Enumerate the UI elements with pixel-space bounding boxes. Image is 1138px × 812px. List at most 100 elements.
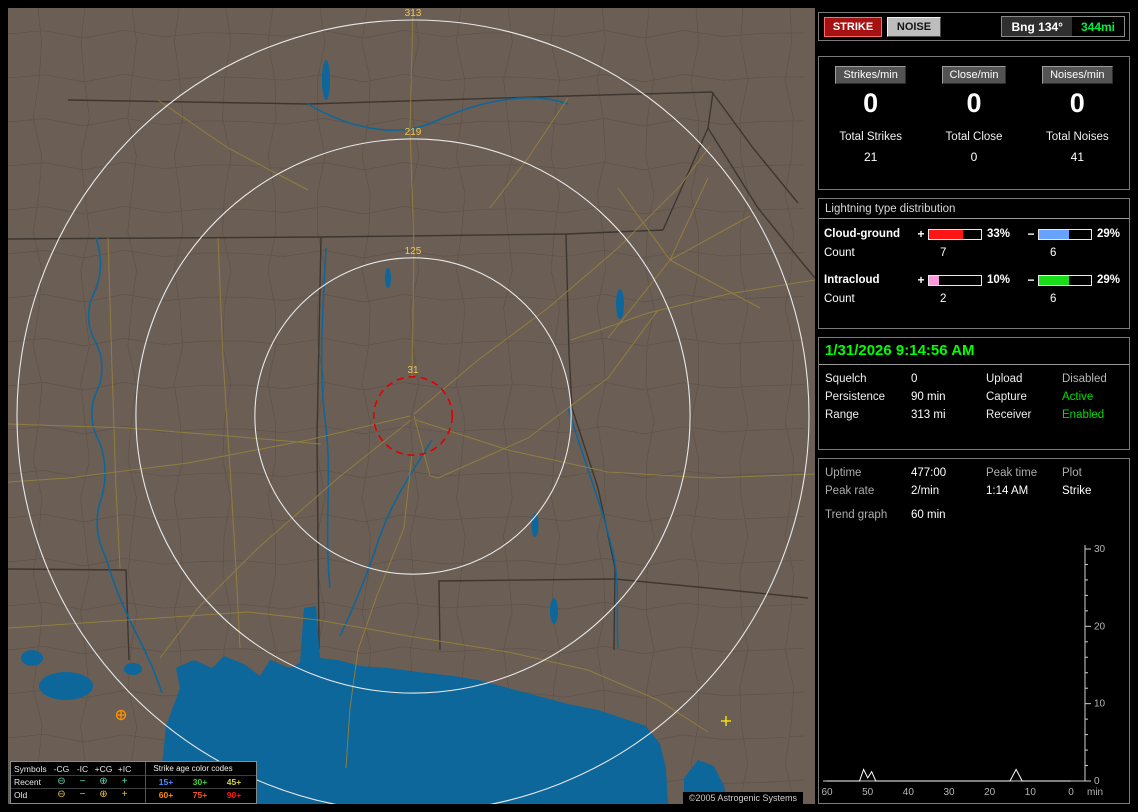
ic-plus-bar [928,274,982,286]
counter-noises: Noises/min 0 Total Noises 41 [1026,57,1129,189]
strikes-per-min-value: 0 [863,88,879,118]
strike-button[interactable]: STRIKE [824,17,882,37]
trend-x-unit: min [1087,787,1103,798]
plot-value: Strike [1062,485,1092,497]
count-label: Count [824,247,855,259]
range-ring-label: 219 [405,127,422,138]
total-noises-label: Total Noises [1046,131,1109,143]
range-ring-label: 125 [405,246,422,257]
squelch-label: Squelch [825,373,867,385]
ic-minus-pct: 29% [1097,274,1121,286]
noises-per-min-chip[interactable]: Noises/min [1042,66,1113,84]
pos-ic-old-icon: + [121,789,128,800]
intracloud-count-row: Count 2 6 [819,293,1129,305]
datetime-display: 1/31/2026 9:14:56 AM [819,338,1129,365]
strikes-per-min-chip[interactable]: Strikes/min [835,66,906,84]
cg-minus-pct: 29% [1097,228,1121,240]
total-noises-value: 41 [1070,150,1084,164]
peak-rate-label: Peak rate [825,485,875,497]
total-strikes-label: Total Strikes [839,131,902,143]
copyright: ©2005 Astrogenic Systems [682,792,803,804]
range-ring-label: 31 [407,365,419,376]
cg-plus-bar-fill [929,229,964,239]
plus-sign: + [917,273,925,287]
noise-button[interactable]: NOISE [887,17,941,37]
legend-recent-row: Recent ⊖ − ⊕ + 15+ 30+ 45+ [11,775,256,788]
side-panel: STRIKE NOISE Bng 134° 344mi Strikes/min … [818,0,1130,812]
cloud-ground-count-row: Count 7 6 [819,247,1129,259]
pos-cg-old-icon: ⊕ [99,789,108,800]
legend-old-label: Old [14,790,28,800]
trend-y-tick: 20 [1094,621,1106,632]
legend-recent-label: Recent [14,777,41,787]
close-per-min-chip[interactable]: Close/min [941,66,1007,84]
range-label: Range [825,409,859,421]
uptime-value: 477:00 [911,467,947,479]
noises-per-min-value: 0 [1069,88,1085,118]
neg-ic-old-icon: − [79,789,86,800]
legend-col-pos-ic: +IC [117,763,132,774]
cloud-ground-row: Cloud-ground + 33% − 29% [819,227,1129,241]
uptime-label: Uptime [825,467,862,479]
neg-cg-old-icon: ⊖ [57,789,66,800]
total-strikes-value: 21 [863,150,878,164]
legend-col-pos-cg: +CG [94,763,113,774]
range-ring-label: 313 [405,8,422,19]
distribution-title: Lightning type distribution [819,199,1129,219]
legend-col-neg-ic: -IC [76,763,89,774]
settings-grid: Squelch 0 Upload Disabled Persistence 90… [819,365,1129,421]
trend-series-Strike [827,768,1071,782]
trend-label-row: Trend graph 60 min [819,497,1129,521]
intracloud-label: Intracloud [824,274,880,286]
trend-y-tick: 30 [1094,544,1106,555]
ic-plus-count: 2 [940,293,947,305]
trend-window-value: 60 min [911,509,946,521]
total-close-value: 0 [970,150,978,164]
persistence-label: Persistence [825,391,886,403]
cg-plus-pct: 33% [987,228,1011,240]
total-close-label: Total Close [945,131,1003,143]
map-legend: Symbols -CG -IC +CG +IC Strike age color… [10,761,257,804]
trend-x-tick: 20 [984,787,996,798]
plus-sign: + [917,227,925,241]
ic-minus-bar-fill [1039,275,1070,285]
plot-label: Plot [1062,467,1082,479]
minus-sign: − [1027,227,1035,241]
legend-header-row: Symbols -CG -IC +CG +IC Strike age color… [11,762,256,775]
neg-ic-recent-icon: − [79,776,86,787]
age-75: 75+ [192,790,208,800]
cloud-ground-label: Cloud-ground [824,228,901,240]
trend-x-tick: 40 [903,787,915,798]
lightning-map[interactable]: 313 219 125 31 Symbols -CG -IC +CG +IC Stri… [8,8,815,804]
persistence-value: 90 min [911,391,946,403]
cg-minus-bar-fill [1039,229,1070,239]
trend-graph-label: Trend graph [825,509,888,521]
strike-symbol-+CG [115,709,127,721]
age-60: 60+ [158,790,174,800]
count-label: Count [824,293,855,305]
age-30: 30+ [192,777,208,787]
bearing-label: Bng 134° [1002,17,1072,36]
trend-y-tick: 0 [1094,776,1100,787]
trend-x-tick: 0 [1068,787,1074,798]
status-panel: Uptime 477:00 Peak time Plot Peak rate 2… [818,458,1130,804]
trend-graph: 010203060 50 40 30 20 10 0 min [821,544,1106,798]
legend-col-neg-cg: -CG [53,763,70,774]
toolbar: STRIKE NOISE Bng 134° 344mi [818,12,1130,41]
cg-minus-count: 6 [1050,247,1057,259]
cg-plus-count: 7 [940,247,947,259]
cg-plus-bar [928,228,982,240]
peak-rate-value: 2/min [911,485,940,497]
trend-x-tick: 10 [1025,787,1037,798]
legend-divider [145,762,146,803]
receiver-status: Enabled [1062,409,1105,421]
settings-panel: 1/31/2026 9:14:56 AM Squelch 0 Upload Di… [818,337,1130,450]
status-grid: Uptime 477:00 Peak time Plot Peak rate 2… [819,459,1129,497]
legend-symbols-title: Symbols [14,763,47,774]
counter-strikes: Strikes/min 0 Total Strikes 21 [819,57,922,189]
trend-x-tick: 30 [943,787,955,798]
pos-cg-recent-icon: ⊕ [99,776,108,787]
ic-plus-bar-fill [929,275,940,285]
squelch-value: 0 [911,373,918,385]
close-per-min-value: 0 [966,88,982,118]
